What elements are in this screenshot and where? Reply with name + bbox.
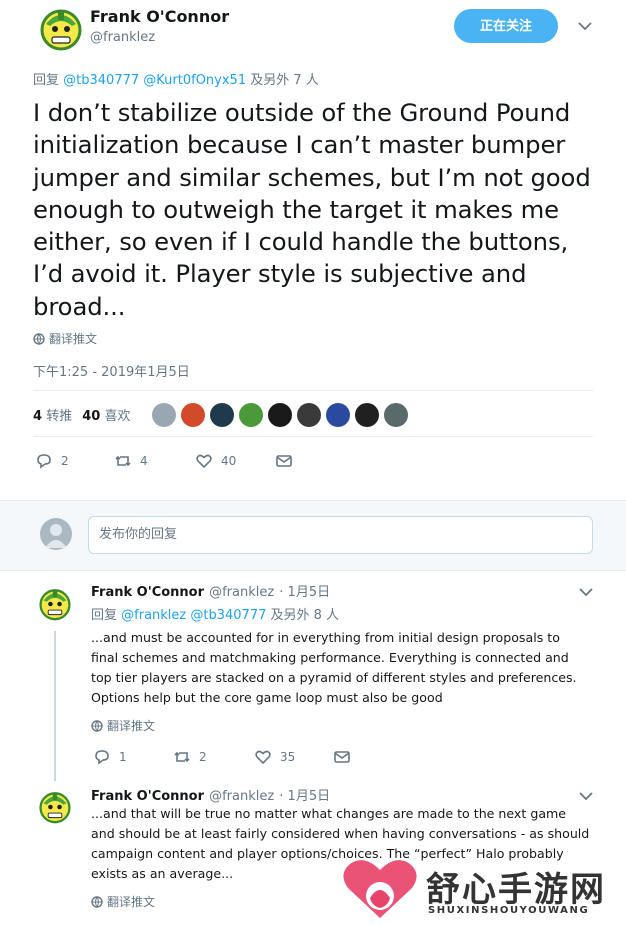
reply-author-name[interactable]: Frank O'Connor: [91, 789, 204, 804]
like-action[interactable]: 35: [254, 748, 295, 766]
mention-link[interactable]: @tb340777: [190, 608, 266, 623]
translate-link[interactable]: 翻译推文: [91, 893, 155, 910]
retweet-icon: [115, 455, 131, 467]
watermark-title: 舒心手游网: [426, 870, 606, 910]
reply-header: Frank O'Connor @franklez · 1月5日: [91, 785, 330, 804]
retweet-icon: [174, 751, 190, 763]
divider: [33, 390, 593, 391]
user-icon: [45, 524, 67, 548]
mention-link[interactable]: @Kurt0fOnyx51: [143, 73, 246, 88]
avatar-icon: [36, 4, 86, 54]
translate-label: 翻译推文: [49, 332, 98, 346]
translate-label: 翻译推文: [107, 895, 156, 909]
avatar-icon: [36, 788, 74, 826]
reply-action[interactable]: 1: [93, 748, 127, 766]
reply-prefix: 回复: [33, 73, 60, 88]
liker-avatar[interactable]: [181, 403, 205, 427]
reply-text: ...and must be accounted for in everythi…: [91, 630, 577, 705]
retweets-stat[interactable]: 4 转推: [33, 405, 72, 424]
like-action[interactable]: 40: [195, 452, 236, 470]
author-handle[interactable]: @franklez: [90, 30, 155, 45]
liker-avatar[interactable]: [210, 403, 234, 427]
liker-avatar[interactable]: [326, 403, 350, 427]
tweet-menu-button[interactable]: [577, 18, 593, 38]
reply-date[interactable]: · 1月5日: [279, 585, 330, 600]
my-avatar: [40, 518, 72, 550]
reply-context: 回复 @tb340777 @Kurt0fOnyx51 及另外 7 人: [33, 69, 319, 88]
dm-icon: [276, 455, 292, 467]
tweet-timestamp[interactable]: 下午1:25 - 2019年1月5日: [33, 361, 190, 380]
chevron-down-icon: [579, 588, 593, 597]
reply-menu-button[interactable]: [578, 584, 594, 604]
reply-date[interactable]: · 1月5日: [279, 789, 330, 804]
reply-icon: [95, 750, 109, 765]
liker-avatar[interactable]: [384, 403, 408, 427]
translate-link[interactable]: 翻译推文: [91, 717, 155, 734]
dm-icon: [334, 751, 350, 763]
like-count: 35: [280, 750, 296, 764]
reply-count: 1: [119, 750, 127, 764]
divider: [0, 500, 626, 501]
globe-icon: [91, 895, 103, 908]
reply-suffix[interactable]: 及另外 7 人: [250, 73, 319, 88]
thread-line: [54, 631, 56, 781]
reply-context: 回复 @franklez @tb340777 及另外 8 人: [91, 604, 339, 623]
reply-count: 2: [61, 454, 69, 468]
reply-author-handle[interactable]: @franklez: [209, 789, 274, 804]
translate-label: 翻译推文: [107, 719, 156, 733]
reply-avatar[interactable]: [36, 788, 74, 826]
reply-action[interactable]: 2: [35, 452, 69, 470]
reply-suffix[interactable]: 及另外 8 人: [271, 608, 340, 623]
follow-button[interactable]: 正在关注: [454, 9, 558, 43]
retweet-action[interactable]: 4: [114, 452, 148, 470]
reply-author-handle[interactable]: @franklez: [209, 585, 274, 600]
reply-icon: [37, 454, 51, 469]
dm-action[interactable]: [275, 452, 293, 470]
chevron-down-icon: [578, 22, 592, 31]
globe-icon: [33, 332, 45, 345]
reply-author-name[interactable]: Frank O'Connor: [91, 585, 204, 600]
author-name[interactable]: Frank O'Connor: [90, 7, 229, 26]
mention-link[interactable]: @tb340777: [63, 73, 139, 88]
author-avatar[interactable]: [36, 4, 86, 54]
globe-icon: [91, 719, 103, 732]
reply-prefix: 回复: [91, 608, 118, 623]
liker-avatar[interactable]: [297, 403, 321, 427]
retweet-count: 2: [199, 750, 207, 764]
retweet-action[interactable]: 2: [173, 748, 207, 766]
like-icon: [196, 454, 212, 469]
liker-avatar[interactable]: [268, 403, 292, 427]
divider: [33, 436, 593, 437]
heart-logo-icon: [343, 860, 417, 918]
avatar-icon: [36, 585, 74, 623]
retweet-count: 4: [140, 454, 148, 468]
chevron-down-icon: [579, 792, 593, 801]
likes-stat[interactable]: 40 喜欢: [82, 405, 130, 424]
reply-input[interactable]: 发布你的回复: [88, 516, 593, 554]
like-count: 40: [221, 454, 237, 468]
translate-link[interactable]: 翻译推文: [33, 330, 97, 347]
liker-avatar[interactable]: [239, 403, 263, 427]
dm-action[interactable]: [333, 748, 351, 766]
tweet-stats: 4 转推 40 喜欢: [33, 405, 130, 424]
divider: [0, 570, 626, 571]
reply-avatar[interactable]: [36, 585, 74, 623]
liker-avatar[interactable]: [355, 403, 379, 427]
watermark-subtitle: SHUXINSHOUYOUWANG: [428, 905, 590, 916]
reply-header: Frank O'Connor @franklez · 1月5日: [91, 581, 330, 600]
mention-link[interactable]: @franklez: [121, 608, 186, 623]
liker-avatar[interactable]: [152, 403, 176, 427]
watermark-logo: [340, 856, 420, 922]
tweet-text: I don’t stabilize outside of the Ground …: [33, 98, 591, 321]
like-icon: [255, 750, 271, 765]
likers-list: [152, 403, 408, 427]
